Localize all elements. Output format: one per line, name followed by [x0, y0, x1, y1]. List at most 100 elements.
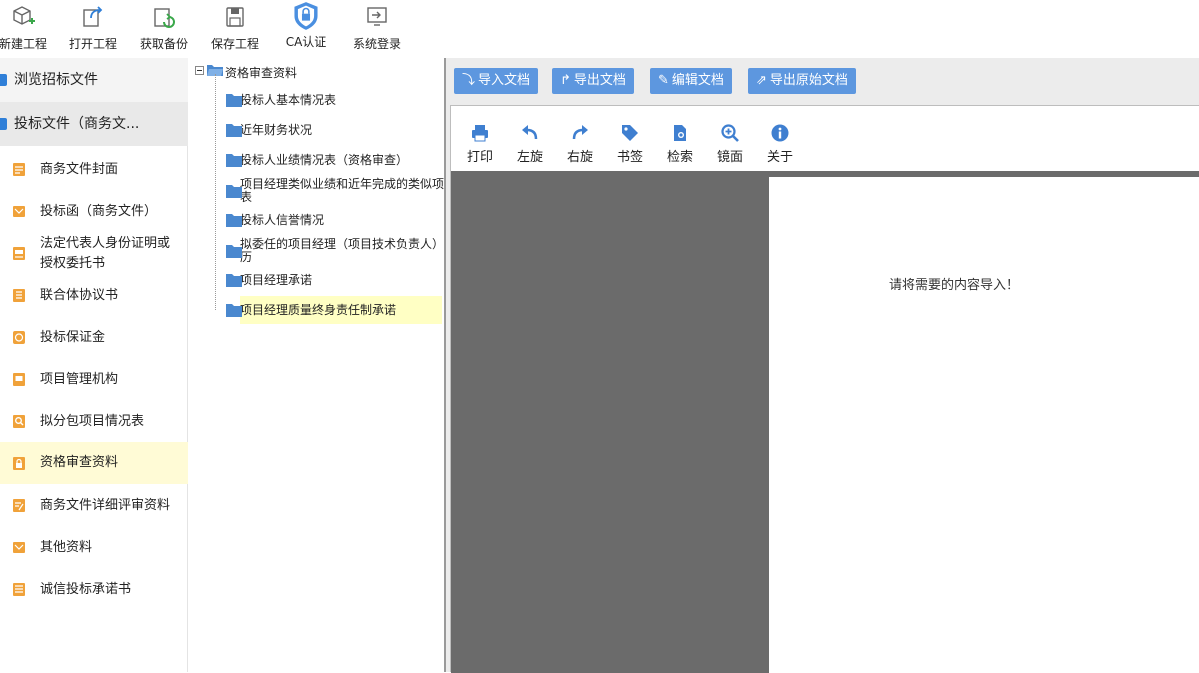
browse-tender-button[interactable]: 浏览招标文件	[0, 58, 188, 102]
letter-icon	[13, 206, 25, 217]
sidebar-item-qualification[interactable]: 资格审查资料	[0, 442, 188, 484]
export-original-label: 导出原始文档	[769, 73, 848, 88]
sidebar-item-consortium[interactable]: 联合体协议书	[0, 284, 188, 308]
mirror-button[interactable]: 镜面	[710, 124, 750, 165]
folder-icon	[226, 185, 242, 198]
lock-icon	[13, 457, 25, 470]
open-project-label: 打开工程	[68, 37, 117, 51]
sidebar-item-label-line2: 授权委托书	[40, 256, 106, 271]
edit-document-label: 编辑文档	[671, 73, 724, 88]
pledge-icon	[13, 583, 25, 596]
sidebar-item-management[interactable]: 项目管理机构	[0, 368, 188, 392]
tree-node[interactable]: 近年财务状况	[226, 124, 312, 137]
system-login-label: 系统登录	[352, 37, 401, 51]
about-label: 关于	[766, 150, 793, 165]
sidebar-item-label-line1: 法定代表人身份证明或	[40, 236, 171, 251]
tree-node[interactable]: 投标人信誉情况	[226, 213, 325, 227]
document-tree: 资格审查资料 投标人基本情况表 近年财务状况 投标人业绩情况表（资格审查） 项目…	[188, 58, 444, 672]
tree-node-label: 项目经理质量终身责任制承诺	[240, 303, 397, 317]
tree-node[interactable]: 项目经理类似业绩和近年完成的类似项 表	[226, 177, 445, 204]
money-icon	[13, 331, 25, 344]
document-panel: ⤵ 导入文档 ↱ 导出文档 ✎ 编辑文档 ⇗ 导出原始文档 打印 左旋 右旋 书签 检索	[444, 58, 1199, 673]
get-backup-button[interactable]: 获取备份	[129, 4, 199, 52]
tree-node-label: 拟委任的项目经理（项目技术负责人）	[240, 237, 445, 251]
tree-node-label: 投标人基本情况表	[240, 93, 337, 107]
edit-document-icon	[13, 499, 25, 512]
tree-node[interactable]: 投标人业绩情况表（资格审查）	[226, 154, 408, 167]
sidebar-item-label: 其他资料	[40, 540, 93, 555]
import-document-button[interactable]: ⤵ 导入文档	[454, 68, 539, 94]
pdf-viewer: 打印 左旋 右旋 书签 检索 镜面 关于 请将需要的内容导入！	[450, 105, 1199, 673]
folder-icon	[226, 94, 242, 107]
tree-node[interactable]: 拟委任的项目经理（项目技术负责人） 历	[226, 237, 445, 264]
sidebar-item-integrity[interactable]: 诚信投标承诺书	[0, 578, 188, 602]
sidebar-item-detailed-review[interactable]: 商务文件详细评审资料	[0, 494, 188, 518]
new-project-button[interactable]: 新建工程	[0, 4, 58, 52]
sidebar-item-guarantee[interactable]: 投标保证金	[0, 326, 188, 350]
tree-node-selected[interactable]: 项目经理质量终身责任制承诺	[226, 296, 442, 324]
sidebar-item-label: 商务文件封面	[40, 162, 119, 177]
bookmark-button[interactable]: 书签	[610, 124, 650, 165]
search-file-icon	[674, 125, 686, 141]
tree-node-label: 投标人信誉情况	[240, 213, 325, 227]
folder-icon	[226, 304, 242, 317]
sidebar-item-label: 诚信投标承诺书	[40, 582, 132, 597]
bid-file-section[interactable]: 投标文件（商务文...	[0, 102, 188, 146]
organization-icon	[13, 373, 25, 386]
sidebar-item-other[interactable]: 其他资料	[0, 536, 188, 560]
info-icon	[771, 124, 789, 142]
rotate-left-label: 左旋	[516, 150, 543, 165]
bid-file-label: 投标文件（商务文...	[14, 116, 140, 132]
sidebar-item-legal-rep[interactable]: 法定代表人身份证明或 授权委托书	[0, 234, 188, 274]
tree-node[interactable]: 投标人基本情况表	[226, 93, 337, 107]
left-sidebar: 浏览招标文件 投标文件（商务文... 商务文件封面 投标函（商务文件） 法定代表…	[0, 58, 188, 672]
ca-auth-button[interactable]: CA认证	[271, 2, 341, 52]
folder-icon	[226, 245, 242, 258]
agreement-icon	[13, 289, 25, 302]
open-project-button[interactable]: 打开工程	[58, 4, 128, 52]
shield-lock-icon	[294, 2, 318, 30]
sidebar-item-label: 资格审查资料	[40, 455, 119, 470]
sidebar-item-bid-letter[interactable]: 投标函（商务文件）	[0, 200, 188, 224]
sidebar-item-cover[interactable]: 商务文件封面	[0, 158, 188, 182]
page-canvas[interactable]: 请将需要的内容导入！	[451, 171, 1199, 673]
tree-node-label: 项目经理承诺	[240, 273, 313, 287]
collapse-icon[interactable]	[195, 66, 204, 75]
backup-icon	[154, 8, 175, 28]
save-project-button[interactable]: 保存工程	[200, 4, 270, 52]
document-page: 请将需要的内容导入！	[769, 177, 1199, 673]
mirror-label: 镜面	[716, 150, 743, 165]
edit-document-button[interactable]: ✎ 编辑文档	[650, 68, 732, 94]
external-link-icon: ⇗	[756, 73, 767, 88]
tree-node[interactable]: 项目经理承诺	[226, 273, 313, 287]
rotate-right-icon	[572, 125, 588, 140]
tree-node-label: 项目经理类似业绩和近年完成的类似项	[240, 177, 445, 191]
system-login-button[interactable]: 系统登录	[342, 4, 412, 52]
sidebar-item-label: 投标保证金	[40, 330, 106, 345]
sidebar-item-label: 投标函（商务文件）	[40, 204, 158, 219]
main-toolbar: 新建工程 打开工程 获取备份 保存工程 CA认证 系统登录	[0, 0, 1199, 54]
bookmark-label: 书签	[616, 150, 643, 165]
login-icon	[367, 7, 387, 26]
save-icon	[226, 7, 244, 27]
search-button[interactable]: 检索	[660, 124, 700, 165]
print-button[interactable]: 打印	[460, 124, 500, 165]
sidebar-item-label: 项目管理机构	[40, 372, 119, 387]
printer-icon	[472, 125, 488, 142]
about-button[interactable]: 关于	[760, 124, 800, 165]
export-document-button[interactable]: ↱ 导出文档	[552, 68, 634, 94]
tree-root[interactable]: 资格审查资料	[195, 64, 297, 81]
sidebar-item-subcontract[interactable]: 拟分包项目情况表	[0, 410, 188, 434]
rotate-right-button[interactable]: 右旋	[560, 124, 600, 165]
rotate-left-button[interactable]: 左旋	[510, 124, 550, 165]
rotate-left-icon	[522, 125, 538, 140]
import-document-label: 导入文档	[478, 73, 531, 88]
export-original-button[interactable]: ⇗ 导出原始文档	[748, 68, 856, 94]
search-label: 检索	[666, 150, 693, 165]
folder-doc-icon	[13, 542, 25, 553]
rotate-right-label: 右旋	[566, 150, 593, 165]
get-backup-label: 获取备份	[139, 37, 188, 51]
folder-icon	[226, 274, 242, 287]
export-arrow-icon: ↱	[560, 73, 571, 88]
browse-tender-label: 浏览招标文件	[14, 72, 98, 88]
